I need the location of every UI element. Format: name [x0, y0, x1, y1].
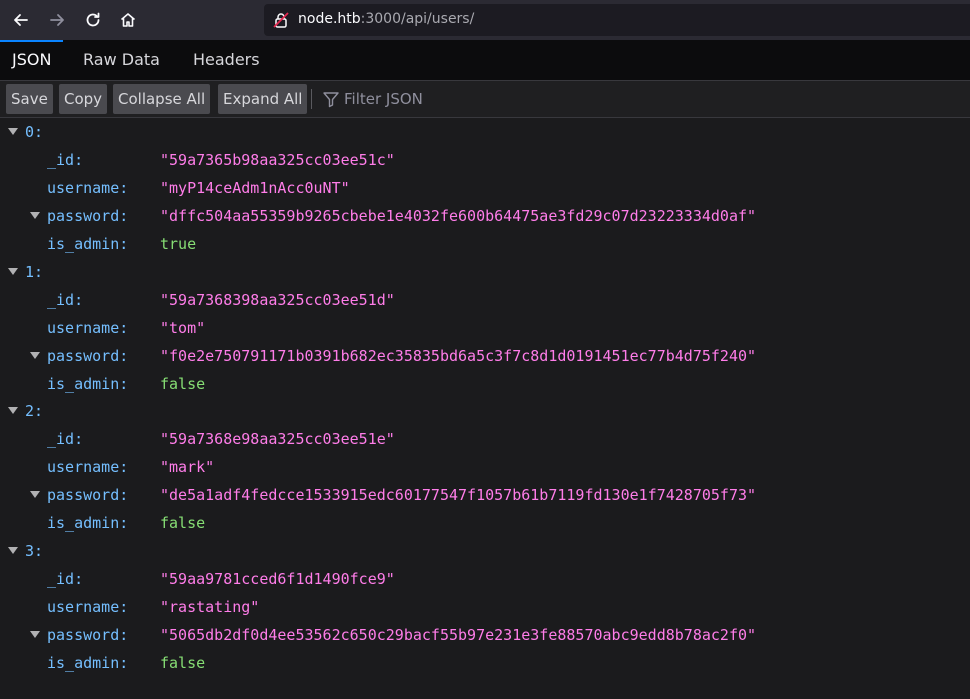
copy-button[interactable]: Copy [59, 84, 108, 114]
address-bar[interactable]: node.htb:3000/api/users/ [264, 4, 970, 36]
forward-button[interactable] [43, 6, 71, 34]
password-value: "de5a1adf4fedcce1533915edc60177547f1057b… [160, 486, 757, 504]
key-label: username: [47, 458, 129, 476]
key-label: username: [47, 598, 129, 616]
viewer-tabs: JSON Raw Data Headers [0, 40, 970, 81]
filter-json-input[interactable] [344, 87, 644, 111]
tree-row-id[interactable]: _id: "59a7368e98aa325cc03ee51e" [0, 425, 970, 453]
is-admin-value: false [160, 375, 206, 393]
id-value: "59a7368e98aa325cc03ee51e" [160, 430, 395, 448]
array-index: 2: [25, 402, 44, 420]
arrow-right-icon [50, 14, 64, 26]
expand-triangle-icon[interactable] [30, 631, 40, 638]
key-label: is_admin: [47, 235, 129, 253]
key-label: password: [47, 486, 129, 504]
collapse-all-button[interactable]: Collapse All [113, 84, 211, 114]
toolbar-divider [311, 89, 312, 109]
is-admin-value: false [160, 514, 206, 532]
expand-triangle-icon[interactable] [30, 491, 40, 498]
tab-json[interactable]: JSON [0, 40, 64, 80]
save-button[interactable]: Save [6, 84, 53, 114]
browser-toolbar: node.htb:3000/api/users/ [0, 0, 970, 40]
reload-icon [86, 12, 100, 27]
expand-all-button[interactable]: Expand All [218, 84, 308, 114]
tree-row-is-admin[interactable]: is_admin: false [0, 370, 970, 398]
key-label: is_admin: [47, 375, 129, 393]
tree-node-2[interactable]: 2: [0, 397, 970, 425]
expand-triangle-icon[interactable] [30, 352, 40, 359]
key-label: _id: [47, 291, 84, 309]
tab-headers[interactable]: Headers [181, 40, 272, 80]
tree-row-username[interactable]: username: "mark" [0, 453, 970, 481]
tree-row-password[interactable]: password: "5065db2df0d4ee53562c650c29bac… [0, 621, 970, 649]
id-value: "59aa9781cced6f1d1490fce9" [160, 570, 395, 588]
tree-row-id[interactable]: _id: "59a7365b98aa325cc03ee51c" [0, 146, 970, 174]
key-label: is_admin: [47, 654, 129, 672]
id-value: "59a7365b98aa325cc03ee51c" [160, 151, 395, 169]
tree-row-is-admin[interactable]: is_admin: false [0, 649, 970, 677]
tree-row-id[interactable]: _id: "59a7368398aa325cc03ee51d" [0, 286, 970, 314]
username-value: "myP14ceAdm1nAcc0uNT" [160, 179, 350, 197]
key-label: username: [47, 179, 129, 197]
key-label: username: [47, 319, 129, 337]
tree-row-username[interactable]: username: "tom" [0, 314, 970, 342]
expand-triangle-icon[interactable] [8, 407, 18, 414]
tree-row-username[interactable]: username: "myP14ceAdm1nAcc0uNT" [0, 174, 970, 202]
key-label: _id: [47, 570, 84, 588]
insecure-lock-icon [273, 12, 289, 28]
url-host: node.htb [298, 11, 361, 27]
tree-row-password[interactable]: password: "de5a1adf4fedcce1533915edc6017… [0, 481, 970, 509]
username-value: "rastating" [160, 598, 260, 616]
reload-button[interactable] [79, 6, 107, 34]
password-value: "f0e2e750791171b0391b682ec35835bd6a5c3f7… [160, 347, 757, 365]
key-label: is_admin: [47, 514, 129, 532]
array-index: 1: [25, 263, 44, 281]
tree-row-password[interactable]: password: "dffc504aa55359b9265cbebe1e403… [0, 202, 970, 230]
tree-row-id[interactable]: _id: "59aa9781cced6f1d1490fce9" [0, 565, 970, 593]
url-path: :3000/api/users/ [360, 11, 475, 27]
expand-triangle-icon[interactable] [8, 547, 18, 554]
tree-row-password[interactable]: password: "f0e2e750791171b0391b682ec3583… [0, 342, 970, 370]
expand-triangle-icon[interactable] [8, 268, 18, 275]
username-value: "mark" [160, 458, 215, 476]
key-label: _id: [47, 151, 84, 169]
id-value: "59a7368398aa325cc03ee51d" [160, 291, 395, 309]
tree-node-0[interactable]: 0: [0, 118, 970, 146]
url-text: node.htb:3000/api/users/ [298, 11, 474, 27]
json-toolbar: Save Copy Collapse All Expand All [0, 81, 970, 118]
array-index: 0: [25, 123, 44, 141]
key-label: password: [47, 347, 129, 365]
home-button[interactable] [114, 6, 142, 34]
username-value: "tom" [160, 319, 206, 337]
filter-icon [323, 92, 339, 108]
expand-triangle-icon[interactable] [8, 128, 18, 135]
tree-row-is-admin[interactable]: is_admin: false [0, 509, 970, 537]
tab-raw-data[interactable]: Raw Data [71, 40, 172, 80]
key-label: _id: [47, 430, 84, 448]
key-label: password: [47, 626, 129, 644]
array-index: 3: [25, 542, 44, 560]
expand-triangle-icon[interactable] [30, 212, 40, 219]
password-value: "5065db2df0d4ee53562c650c29bacf55b97e231… [160, 626, 757, 644]
tree-row-username[interactable]: username: "rastating" [0, 593, 970, 621]
password-value: "dffc504aa55359b9265cbebe1e4032fe600b644… [160, 207, 757, 225]
tree-node-1[interactable]: 1: [0, 258, 970, 286]
key-label: password: [47, 207, 129, 225]
tree-row-is-admin[interactable]: is_admin: true [0, 230, 970, 258]
tree-node-3[interactable]: 3: [0, 537, 970, 565]
home-icon [120, 13, 136, 27]
is-admin-value: true [160, 235, 197, 253]
is-admin-value: false [160, 654, 206, 672]
arrow-left-icon [14, 14, 28, 26]
back-button[interactable] [7, 6, 35, 34]
